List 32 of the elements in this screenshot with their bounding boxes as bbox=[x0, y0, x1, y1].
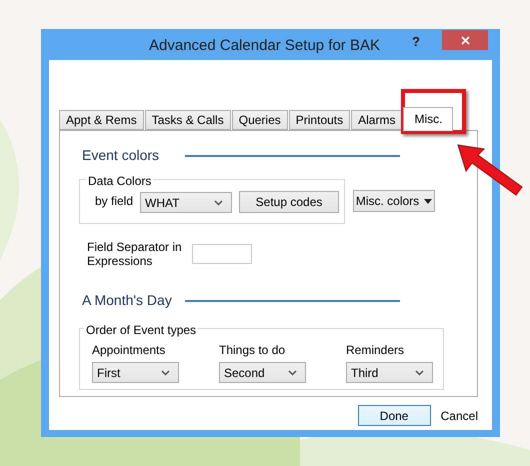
tab[interactable]: Tasks & Calls bbox=[144, 110, 231, 130]
dropdown[interactable]: Second bbox=[219, 362, 306, 383]
setup-codes-button[interactable]: Setup codes bbox=[239, 191, 340, 213]
dropdown[interactable]: Third bbox=[346, 362, 433, 383]
tab[interactable]: Alarms bbox=[351, 110, 402, 130]
window-title: Advanced Calendar Setup for BAK bbox=[149, 36, 380, 56]
tab[interactable]: Queries bbox=[232, 110, 288, 130]
tab[interactable]: Misc. bbox=[403, 107, 454, 131]
field-label: Things to do bbox=[219, 342, 286, 359]
field-label: by field bbox=[95, 193, 134, 210]
cancel-link[interactable]: Cancel bbox=[440, 406, 478, 424]
chevron-down-icon bbox=[288, 370, 297, 376]
close-button[interactable] bbox=[442, 30, 488, 50]
section-heading: A Month's Day bbox=[81, 291, 173, 310]
chevron-down-icon bbox=[415, 370, 424, 376]
chevron-down-icon bbox=[214, 200, 224, 206]
field-label: Appointments bbox=[92, 342, 166, 359]
separator-input-field[interactable] bbox=[192, 244, 252, 264]
field-label: Field Separator in Expressions bbox=[87, 240, 183, 268]
done-button[interactable]: Done bbox=[358, 405, 431, 426]
dropdown-arrow-icon bbox=[424, 198, 432, 204]
section-heading: Event colors bbox=[81, 146, 160, 165]
misc-colors-button[interactable]: Misc. colors bbox=[353, 190, 435, 212]
dropdown[interactable]: WHAT bbox=[140, 192, 232, 213]
help-button[interactable]: ? bbox=[412, 32, 420, 52]
highlight-frame bbox=[401, 89, 466, 134]
tab[interactable]: Appt & Rems bbox=[59, 110, 144, 130]
close-icon bbox=[460, 36, 470, 44]
dropdown[interactable]: First bbox=[92, 362, 179, 383]
chevron-down-icon bbox=[161, 370, 170, 376]
tab[interactable]: Printouts bbox=[288, 110, 350, 130]
field-label: Reminders bbox=[346, 342, 406, 359]
